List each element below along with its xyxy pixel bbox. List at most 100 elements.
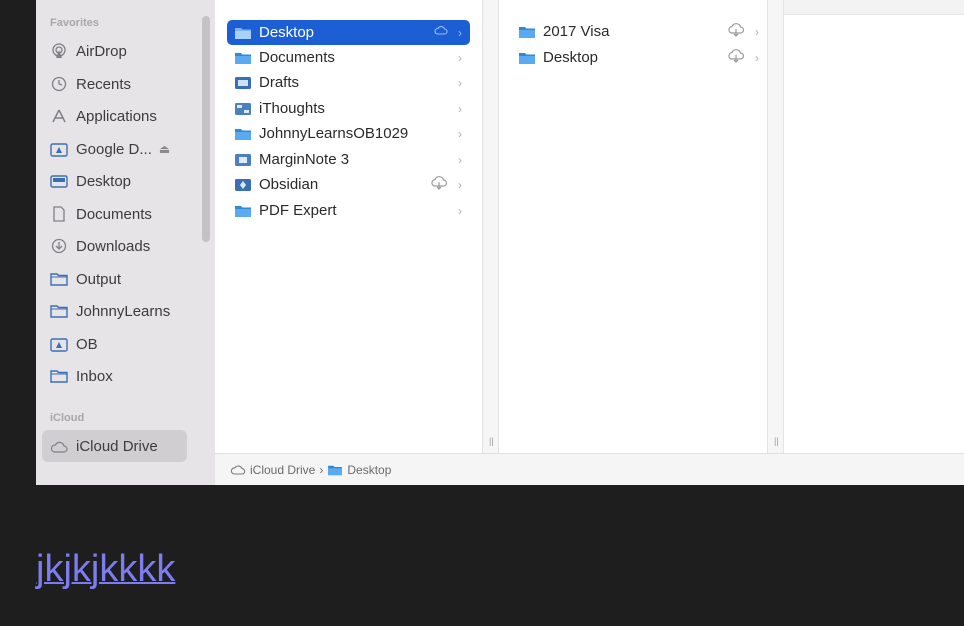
chevron-right-icon: › bbox=[458, 203, 462, 218]
sidebar-item-output[interactable]: Output bbox=[50, 266, 121, 292]
list-item-label: Documents bbox=[259, 49, 335, 66]
sidebar-item-downloads[interactable]: Downloads bbox=[50, 233, 150, 259]
favorites-heading: Favorites bbox=[50, 17, 99, 29]
sidebar-item-inbox[interactable]: Inbox bbox=[50, 363, 113, 389]
sidebar-scrollbar[interactable] bbox=[202, 16, 210, 242]
sidebar-item-icloud-drive[interactable]: iCloud Drive bbox=[42, 430, 187, 462]
cloud-icon bbox=[50, 437, 68, 455]
folder-icon bbox=[235, 128, 251, 140]
cloud-download-icon[interactable] bbox=[727, 22, 745, 41]
list-item[interactable]: Obsidian › bbox=[227, 172, 470, 197]
column-icloud-drive: Desktop › Documents › Drafts › iThoughts… bbox=[215, 0, 482, 453]
document-icon bbox=[50, 205, 68, 223]
caption-link[interactable]: jkjkjkkkk bbox=[36, 548, 175, 591]
list-item-label: MarginNote 3 bbox=[259, 151, 350, 168]
list-item-label: Drafts bbox=[259, 74, 300, 91]
column-desktop: 2017 Visa › Desktop › bbox=[500, 0, 767, 453]
list-item-label: Desktop bbox=[543, 49, 599, 66]
folder-icon bbox=[327, 464, 343, 476]
list-item[interactable]: Desktop › bbox=[227, 20, 470, 45]
list-item-label: JohnnyLearnsOB1029 bbox=[259, 125, 409, 142]
download-icon bbox=[50, 237, 68, 255]
desktop-icon bbox=[50, 172, 68, 190]
sidebar-item-johnnylearns[interactable]: JohnnyLearns bbox=[50, 298, 170, 324]
chevron-right-icon: › bbox=[458, 177, 462, 192]
path-segment-desktop[interactable]: Desktop bbox=[347, 463, 391, 477]
sidebar: Favorites AirDrop Recents Applications G… bbox=[36, 0, 215, 485]
sidebar-item-label: AirDrop bbox=[76, 42, 127, 60]
sidebar-item-label: Recents bbox=[76, 75, 132, 93]
sidebar-item-label: Downloads bbox=[76, 237, 151, 255]
sidebar-item-documents[interactable]: Documents bbox=[50, 201, 152, 227]
folder-icon bbox=[519, 26, 535, 38]
list-item[interactable]: 2017 Visa › bbox=[518, 19, 767, 44]
folder-icon bbox=[235, 205, 251, 217]
list-item-label: Desktop bbox=[259, 24, 315, 41]
list-item[interactable]: iThoughts › bbox=[227, 96, 470, 121]
icloud-heading: iCloud bbox=[50, 412, 85, 424]
column-resize-handle[interactable]: || bbox=[767, 0, 784, 453]
applications-icon bbox=[50, 107, 68, 125]
sidebar-item-label: iCloud Drive bbox=[76, 437, 158, 455]
sidebar-item-label: JohnnyLearns bbox=[76, 302, 171, 320]
preview-header bbox=[784, 0, 964, 14]
list-item-label: Obsidian bbox=[259, 176, 319, 193]
list-item-label: iThoughts bbox=[259, 100, 325, 117]
clock-icon bbox=[50, 75, 68, 93]
path-segment-icloud-drive[interactable]: iCloud Drive bbox=[250, 463, 315, 477]
list-item[interactable]: Drafts › bbox=[227, 70, 470, 95]
folder-icon bbox=[235, 27, 251, 39]
sidebar-item-label: Google D... bbox=[76, 140, 152, 158]
column-resize-handle[interactable]: || bbox=[482, 0, 499, 453]
folder-icon bbox=[50, 367, 68, 385]
chevron-right-icon: › bbox=[755, 24, 759, 39]
sidebar-item-google-drive[interactable]: Google D... ⏏ bbox=[50, 136, 170, 162]
list-item[interactable]: Documents › bbox=[227, 45, 470, 70]
sidebar-item-airdrop[interactable]: AirDrop bbox=[50, 38, 127, 64]
list-item[interactable]: Desktop › bbox=[518, 45, 767, 70]
drive-folder-icon bbox=[50, 140, 68, 158]
chevron-right-icon: › bbox=[458, 25, 462, 40]
sidebar-item-label: Output bbox=[76, 270, 122, 288]
cloud-download-icon[interactable] bbox=[434, 24, 448, 41]
marginnote-app-icon bbox=[235, 153, 251, 166]
drafts-app-icon bbox=[235, 76, 251, 89]
cloud-icon bbox=[230, 464, 246, 476]
finder-window: Favorites AirDrop Recents Applications G… bbox=[36, 0, 964, 485]
list-item[interactable]: MarginNote 3 › bbox=[227, 147, 470, 172]
grip-icon: || bbox=[489, 436, 494, 446]
path-separator: › bbox=[319, 462, 324, 477]
sidebar-item-label: Desktop bbox=[76, 172, 132, 190]
sidebar-item-label: OB bbox=[76, 335, 98, 353]
obsidian-app-icon bbox=[235, 178, 251, 191]
sidebar-item-ob[interactable]: OB bbox=[50, 331, 98, 357]
list-item-label: PDF Expert bbox=[259, 202, 337, 219]
path-bar: iCloud Drive › Desktop bbox=[215, 453, 964, 485]
chevron-right-icon: › bbox=[458, 101, 462, 116]
eject-icon[interactable]: ⏏ bbox=[159, 142, 170, 156]
chevron-right-icon: › bbox=[755, 50, 759, 65]
folder-icon bbox=[235, 52, 251, 64]
cloud-download-icon[interactable] bbox=[430, 175, 448, 194]
chevron-right-icon: › bbox=[458, 50, 462, 65]
sidebar-item-label: Documents bbox=[76, 205, 152, 223]
sidebar-item-label: Inbox bbox=[76, 367, 113, 385]
divider bbox=[784, 14, 964, 15]
list-item[interactable]: JohnnyLearnsOB1029 › bbox=[227, 121, 470, 146]
sidebar-item-applications[interactable]: Applications bbox=[50, 103, 157, 129]
sidebar-item-label: Applications bbox=[76, 107, 157, 125]
app-folder-icon bbox=[50, 335, 68, 353]
list-item-label: 2017 Visa bbox=[543, 23, 610, 40]
folder-icon bbox=[50, 270, 68, 288]
list-item[interactable]: PDF Expert › bbox=[227, 198, 470, 223]
chevron-right-icon: › bbox=[458, 126, 462, 141]
chevron-right-icon: › bbox=[458, 75, 462, 90]
airdrop-icon bbox=[50, 42, 68, 60]
column-preview bbox=[784, 0, 964, 453]
chevron-right-icon: › bbox=[458, 152, 462, 167]
folder-icon bbox=[519, 52, 535, 64]
cloud-download-icon[interactable] bbox=[727, 48, 745, 67]
sidebar-item-desktop[interactable]: Desktop bbox=[50, 168, 131, 194]
grip-icon: || bbox=[774, 436, 779, 446]
sidebar-item-recents[interactable]: Recents bbox=[50, 71, 131, 97]
